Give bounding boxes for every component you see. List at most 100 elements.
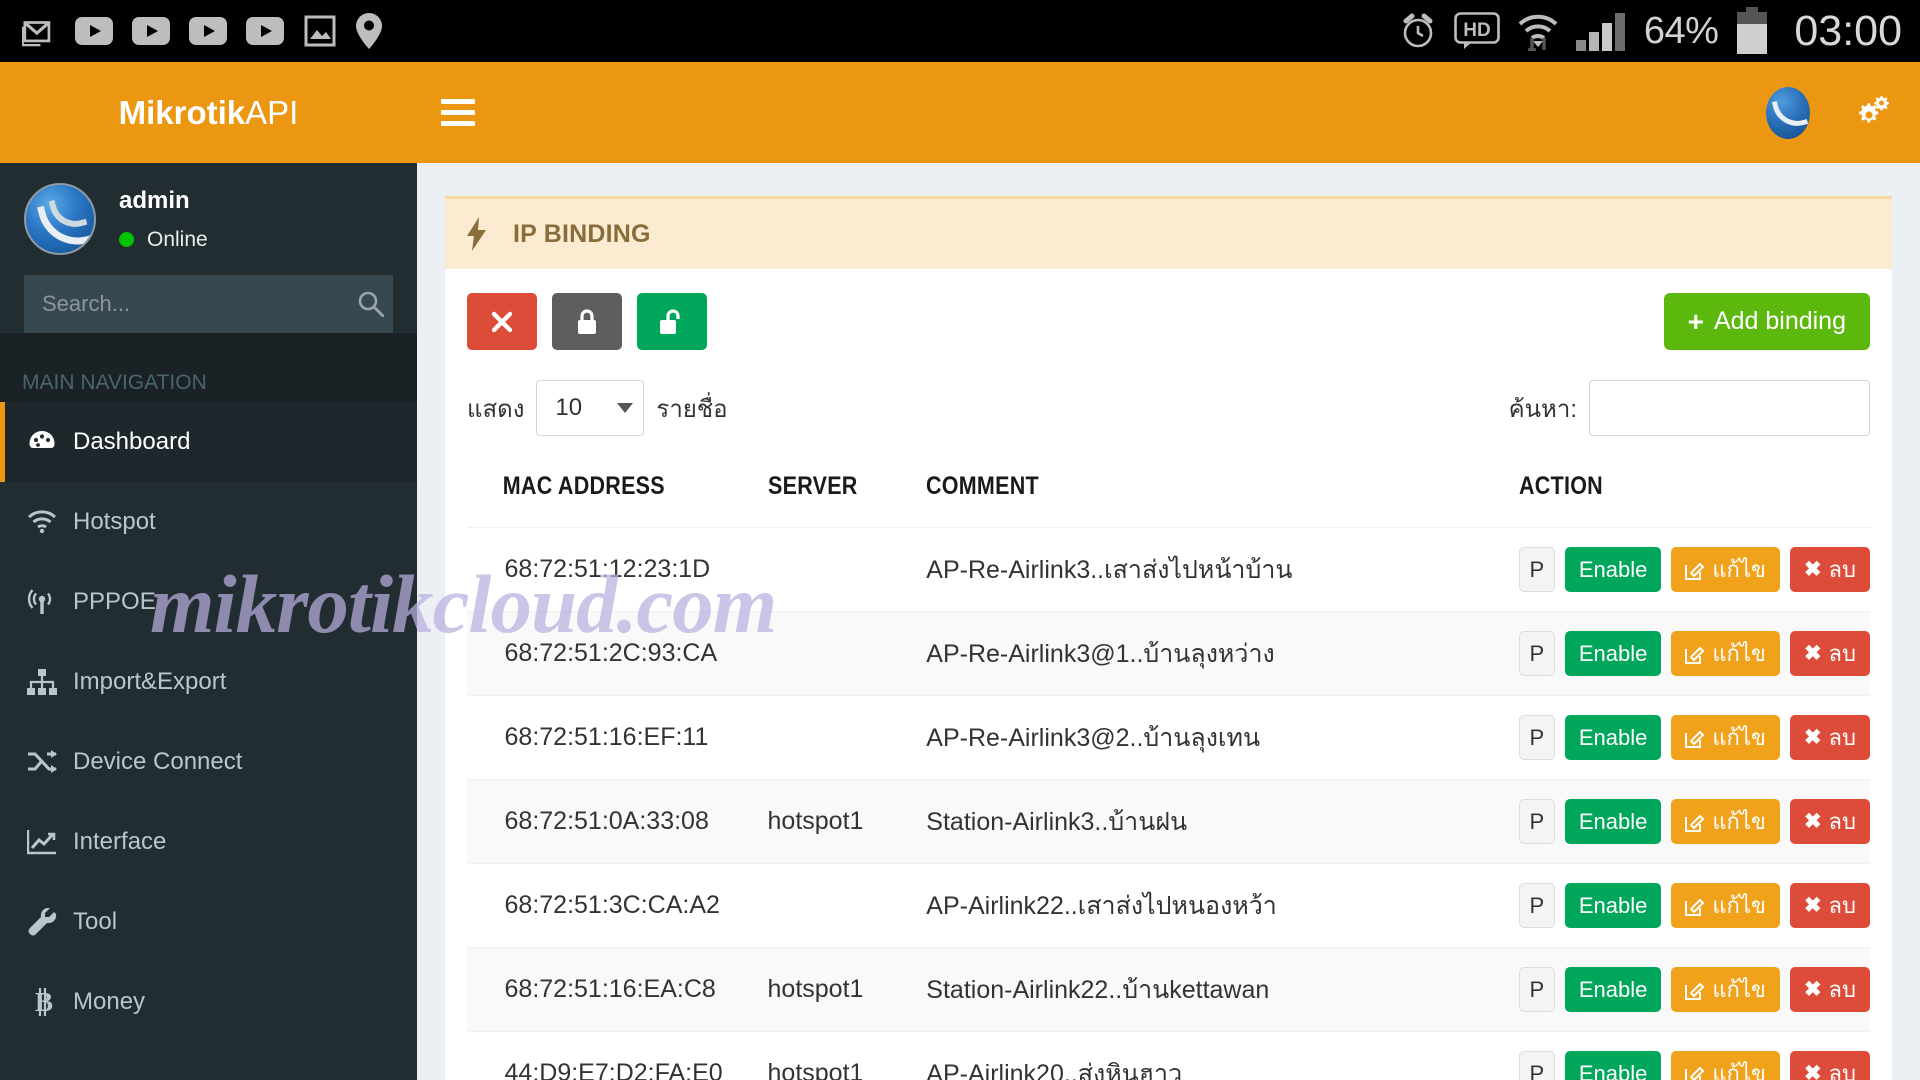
hamburger-icon[interactable] bbox=[441, 99, 475, 126]
edit-button[interactable]: แก้ไข bbox=[1671, 631, 1780, 676]
delete-button[interactable]: ✖ ลบ bbox=[1789, 547, 1870, 592]
profile-button[interactable]: P bbox=[1518, 967, 1555, 1012]
row-select-cell[interactable] bbox=[467, 863, 489, 948]
edit-button[interactable]: แก้ไข bbox=[1671, 967, 1780, 1012]
unlock-button[interactable] bbox=[637, 293, 707, 350]
search-icon bbox=[358, 291, 384, 317]
remove-button[interactable] bbox=[467, 293, 537, 350]
edit-icon bbox=[1685, 730, 1705, 748]
column-header-select[interactable] bbox=[467, 458, 486, 528]
nav-section-header: MAIN NAVIGATION bbox=[0, 333, 417, 402]
search-submit-button[interactable] bbox=[348, 275, 393, 333]
delete-button[interactable]: ✖ ลบ bbox=[1789, 1051, 1870, 1080]
profile-button[interactable]: P bbox=[1518, 715, 1555, 760]
gears-icon[interactable] bbox=[1854, 94, 1892, 132]
delete-button[interactable]: ✖ ลบ bbox=[1789, 799, 1870, 844]
sidebar-item-dashboard[interactable]: Dashboard bbox=[0, 402, 417, 482]
edit-button[interactable]: แก้ไข bbox=[1671, 547, 1780, 592]
lock-button[interactable] bbox=[552, 293, 622, 350]
column-header-server[interactable]: SERVER bbox=[768, 458, 905, 528]
sidebar-item-label: Money bbox=[73, 988, 146, 1015]
sidebar-item-label: Dashboard bbox=[73, 428, 191, 455]
page-length-select[interactable]: 10 bbox=[536, 380, 645, 436]
main-content: IP BINDING + Add binding แสดง 10 รายชื่อ… bbox=[417, 163, 1920, 1080]
edit-label: แก้ไข bbox=[1712, 725, 1766, 750]
profile-button[interactable]: P bbox=[1518, 631, 1555, 676]
table-row[interactable]: 68:72:51:3C:CA:A2 AP-Airlink22..เสาส่งไปห… bbox=[467, 863, 1870, 948]
edit-button[interactable]: แก้ไข bbox=[1671, 1051, 1780, 1080]
row-select-cell[interactable] bbox=[467, 527, 489, 612]
edit-label: แก้ไข bbox=[1712, 641, 1766, 666]
row-select-cell[interactable] bbox=[467, 695, 489, 780]
enable-button[interactable]: Enable bbox=[1564, 631, 1662, 676]
table-header-row: MAC ADDRESS SERVER COMMENT ACTION bbox=[467, 458, 1870, 528]
sidebar-item-device-connect[interactable]: Device Connect bbox=[0, 722, 417, 802]
row-select-cell[interactable] bbox=[467, 947, 489, 1032]
profile-button[interactable]: P bbox=[1518, 799, 1555, 844]
row-select-cell[interactable] bbox=[467, 779, 489, 864]
wrench-icon bbox=[27, 908, 69, 936]
cell-comment: AP-Airlink20..ส่งหินฮาว bbox=[926, 1031, 1519, 1080]
row-select-cell[interactable] bbox=[467, 611, 489, 696]
gallery-icon bbox=[304, 15, 336, 47]
enable-button[interactable]: Enable bbox=[1564, 1051, 1662, 1080]
enable-button[interactable]: Enable bbox=[1564, 715, 1662, 760]
ip-binding-panel: IP BINDING + Add binding แสดง 10 รายชื่อ… bbox=[445, 196, 1892, 1080]
enable-button[interactable]: Enable bbox=[1564, 547, 1662, 592]
online-status-dot-icon bbox=[119, 232, 134, 247]
table-row[interactable]: 44:D9:E7:D2:FA:E0 hotspot1 AP-Airlink20..ส… bbox=[467, 1031, 1870, 1080]
user-status-label: Online bbox=[147, 227, 208, 251]
delete-button[interactable]: ✖ ลบ bbox=[1789, 631, 1870, 676]
bolt-icon bbox=[467, 217, 486, 251]
column-header-comment[interactable]: COMMENT bbox=[926, 458, 1436, 528]
table-row[interactable]: 68:72:51:2C:93:CA AP-Re-Airlink3@1..บ้านล… bbox=[467, 611, 1870, 696]
column-header-mac-address[interactable]: MAC ADDRESS bbox=[489, 458, 729, 528]
add-binding-label: Add binding bbox=[1713, 307, 1846, 335]
table-search-input[interactable] bbox=[1589, 380, 1870, 436]
table-row[interactable]: 68:72:51:16:EF:11 AP-Re-Airlink3@2..บ้านล… bbox=[467, 695, 1870, 780]
table-row[interactable]: 68:72:51:0A:33:08 hotspot1 Station-Airlink… bbox=[467, 779, 1870, 864]
sidebar-item-money[interactable]: B Money bbox=[0, 962, 417, 1042]
sidebar-search[interactable] bbox=[24, 275, 393, 333]
table-row[interactable]: 68:72:51:16:EA:C8 hotspot1 Station-Airlink… bbox=[467, 947, 1870, 1032]
search-input[interactable] bbox=[24, 275, 348, 333]
row-select-cell[interactable] bbox=[467, 1031, 489, 1080]
wifi-icon bbox=[27, 510, 69, 534]
edit-button[interactable]: แก้ไข bbox=[1671, 715, 1780, 760]
status-notification-icons bbox=[22, 13, 382, 49]
edit-icon bbox=[1685, 646, 1705, 664]
delete-button[interactable]: ✖ ลบ bbox=[1789, 883, 1870, 928]
sidebar: MikrotikAPI admin Online MAIN NAVIGATION bbox=[0, 62, 417, 1080]
sidebar-item-hotspot[interactable]: Hotspot bbox=[0, 482, 417, 562]
user-name: admin bbox=[119, 186, 190, 214]
app-brand-logo[interactable]: Mikrotik API bbox=[0, 62, 417, 163]
cell-server: hotspot1 bbox=[767, 1031, 927, 1080]
sidebar-item-tool[interactable]: Tool bbox=[0, 882, 417, 962]
delete-label: ลบ bbox=[1828, 893, 1856, 918]
profile-button[interactable]: P bbox=[1518, 1051, 1555, 1080]
broadcast-icon bbox=[27, 587, 69, 617]
profile-button[interactable]: P bbox=[1518, 547, 1555, 592]
enable-button[interactable]: Enable bbox=[1564, 883, 1662, 928]
cell-comment: AP-Airlink22..เสาส่งไปหนองหว้า bbox=[926, 863, 1519, 948]
sidebar-item-pppoe[interactable]: PPPOE bbox=[0, 562, 417, 642]
user-avatar-icon[interactable] bbox=[1766, 86, 1810, 139]
sidebar-item-import-export[interactable]: Import&Export bbox=[0, 642, 417, 722]
delete-button[interactable]: ✖ ลบ bbox=[1789, 715, 1870, 760]
sidebar-item-label: Interface bbox=[73, 828, 167, 855]
enable-button[interactable]: Enable bbox=[1564, 967, 1662, 1012]
enable-button[interactable]: Enable bbox=[1564, 799, 1662, 844]
youtube-icon bbox=[132, 17, 170, 45]
edit-button[interactable]: แก้ไข bbox=[1671, 883, 1780, 928]
edit-label: แก้ไข bbox=[1712, 809, 1766, 834]
add-binding-button[interactable]: + Add binding bbox=[1663, 293, 1870, 350]
sidebar-item-interface[interactable]: Interface bbox=[0, 802, 417, 882]
table-row[interactable]: 68:72:51:12:23:1D AP-Re-Airlink3..เสาส่งไ… bbox=[467, 527, 1870, 612]
bitcoin-icon: B bbox=[27, 987, 69, 1017]
delete-button[interactable]: ✖ ลบ bbox=[1789, 967, 1870, 1012]
delete-label: ลบ bbox=[1828, 1061, 1856, 1080]
hd-icon: HD bbox=[1454, 12, 1500, 49]
edit-button[interactable]: แก้ไข bbox=[1671, 799, 1780, 844]
cell-action: P Enable แก้ไข ✖ ลบ bbox=[1518, 863, 1870, 948]
profile-button[interactable]: P bbox=[1518, 883, 1555, 928]
